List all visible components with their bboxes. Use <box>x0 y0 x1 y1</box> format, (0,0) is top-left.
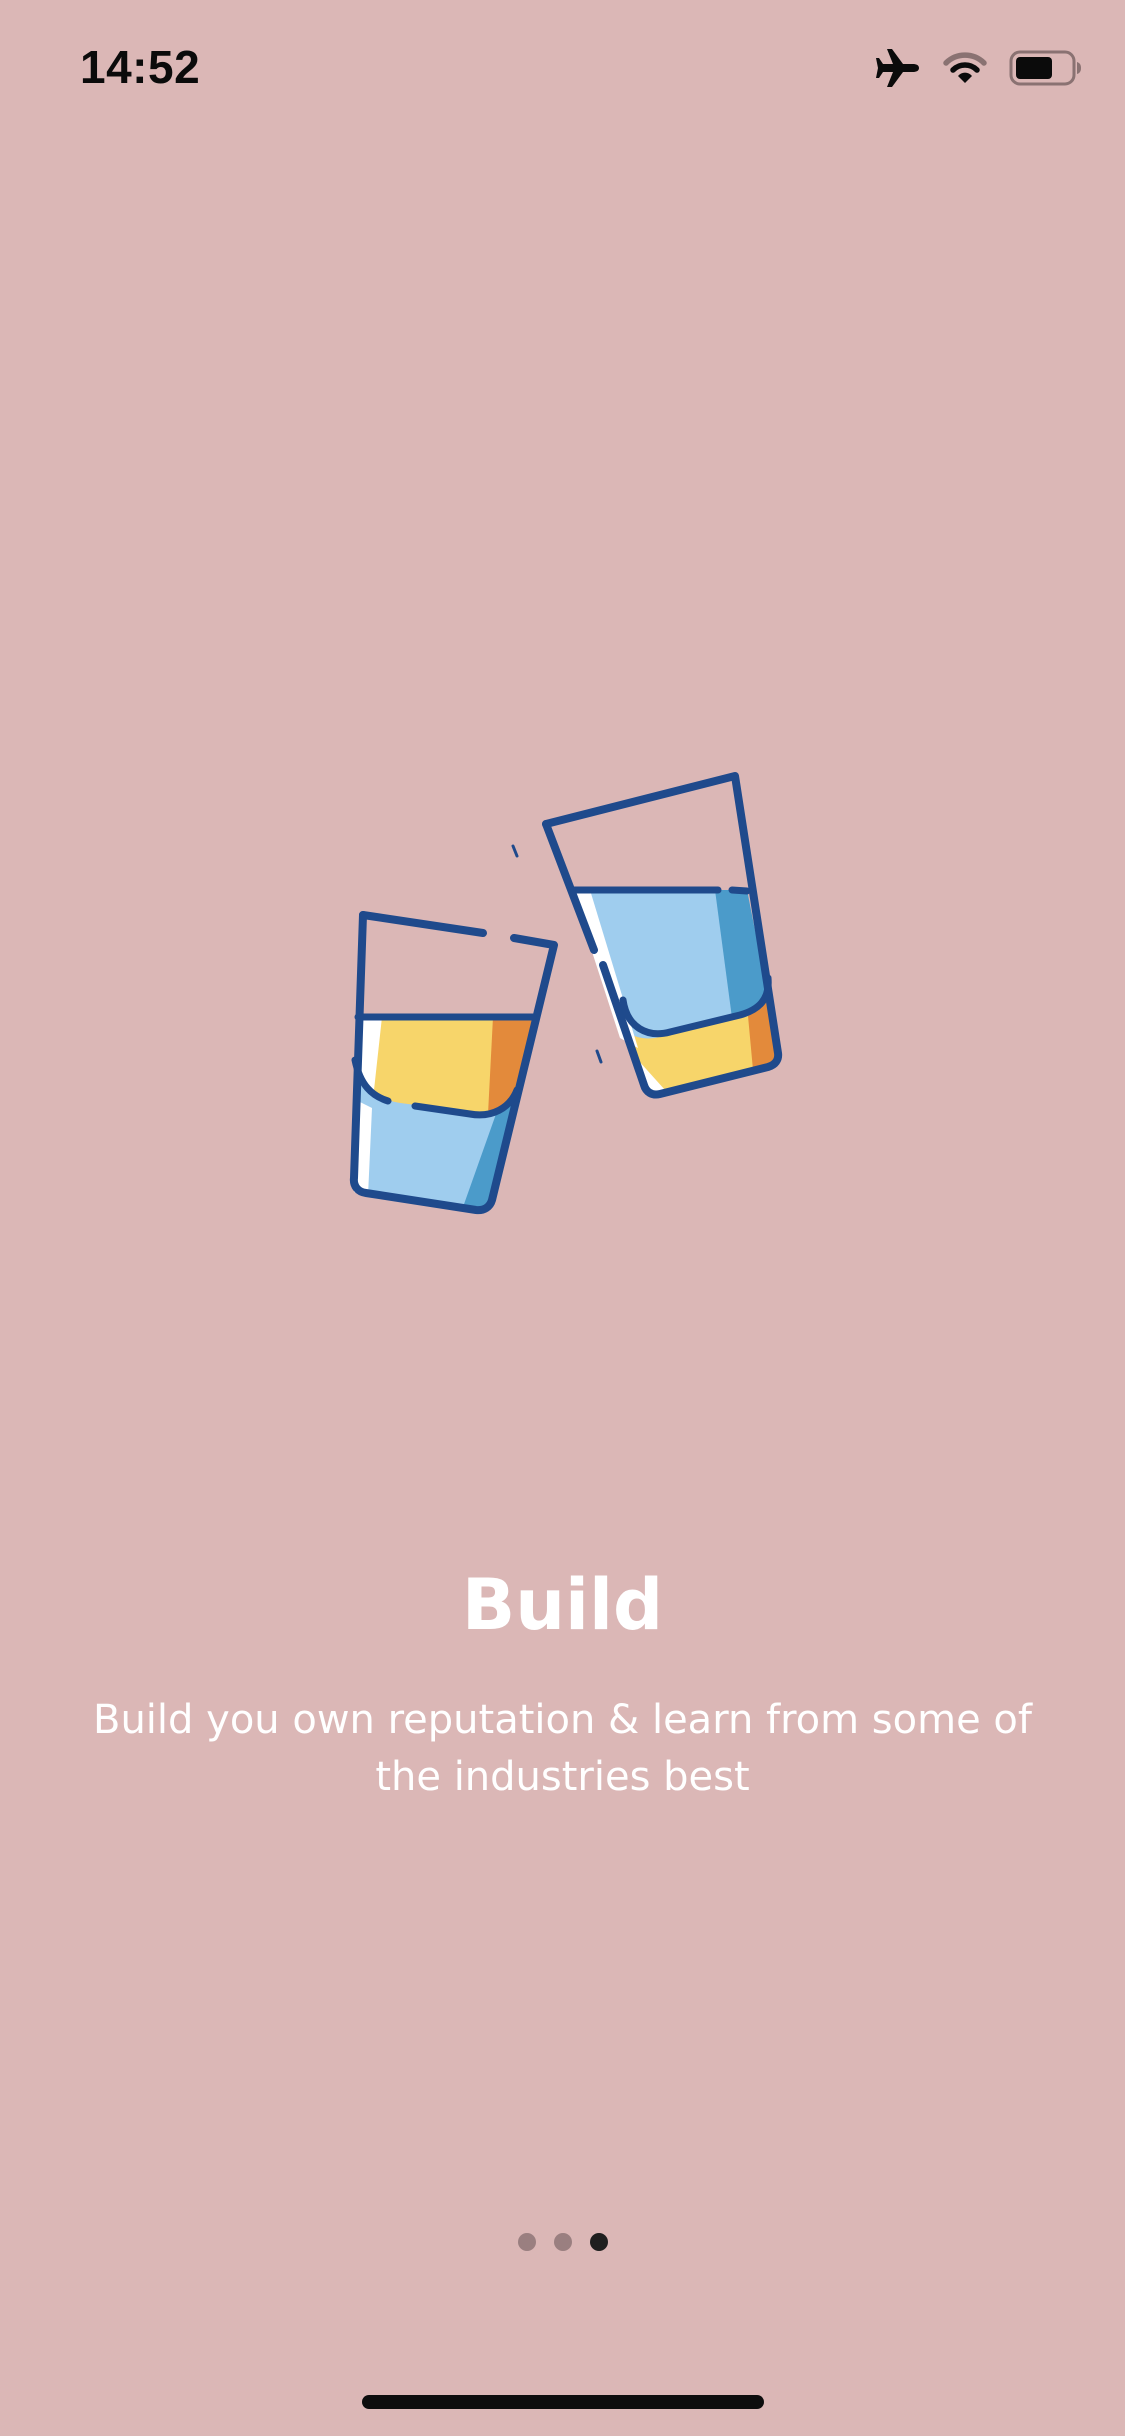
airplane-icon <box>875 48 921 88</box>
page-dot-3-active[interactable] <box>589 2233 608 2251</box>
wifi-icon <box>943 51 987 85</box>
glasses-illustration <box>320 760 800 1260</box>
onboarding-description: Build you own reputation & learn from so… <box>93 1697 1032 1800</box>
battery-icon <box>1009 50 1083 86</box>
status-time: 14:52 <box>80 41 201 93</box>
page-dot-2[interactable] <box>553 2233 572 2251</box>
onboarding-title: Build <box>461 1564 664 1646</box>
status-icons <box>875 46 1083 90</box>
status-bar: 14:52 <box>0 0 1125 136</box>
right-glass <box>542 772 783 1099</box>
page-dot-1[interactable] <box>517 2233 536 2251</box>
home-indicator[interactable] <box>362 2395 764 2409</box>
left-glass <box>349 911 558 1215</box>
page-indicator[interactable] <box>0 2233 1125 2251</box>
